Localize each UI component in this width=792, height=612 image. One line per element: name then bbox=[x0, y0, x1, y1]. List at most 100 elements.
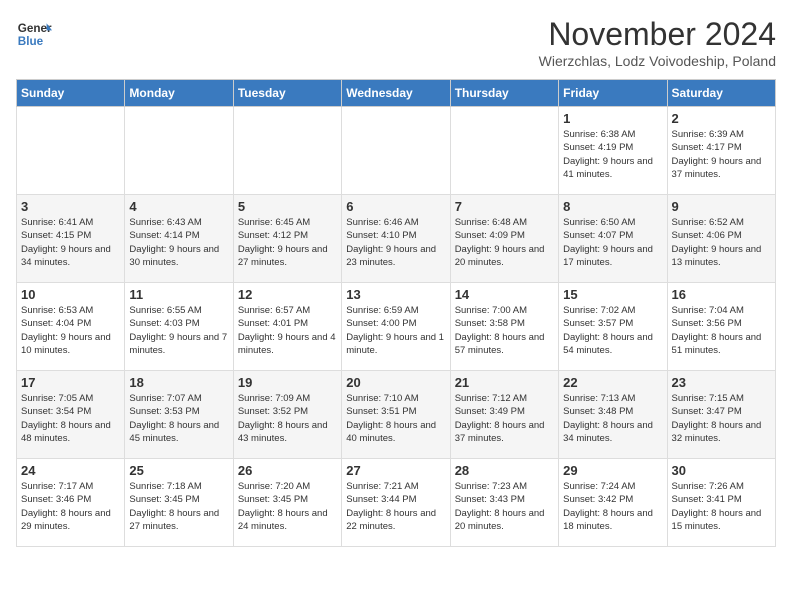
day-number: 13 bbox=[346, 287, 445, 302]
day-number: 23 bbox=[672, 375, 771, 390]
day-info: Sunrise: 6:55 AMSunset: 4:03 PMDaylight:… bbox=[129, 305, 227, 356]
week-row-1: 3 Sunrise: 6:41 AMSunset: 4:15 PMDayligh… bbox=[17, 195, 776, 283]
day-number: 9 bbox=[672, 199, 771, 214]
table-cell: 11 Sunrise: 6:55 AMSunset: 4:03 PMDaylig… bbox=[125, 283, 233, 371]
table-cell: 26 Sunrise: 7:20 AMSunset: 3:45 PMDaylig… bbox=[233, 459, 341, 547]
week-row-2: 10 Sunrise: 6:53 AMSunset: 4:04 PMDaylig… bbox=[17, 283, 776, 371]
table-cell bbox=[450, 107, 558, 195]
day-info: Sunrise: 7:18 AMSunset: 3:45 PMDaylight:… bbox=[129, 481, 219, 532]
table-cell: 5 Sunrise: 6:45 AMSunset: 4:12 PMDayligh… bbox=[233, 195, 341, 283]
table-cell: 19 Sunrise: 7:09 AMSunset: 3:52 PMDaylig… bbox=[233, 371, 341, 459]
day-info: Sunrise: 6:39 AMSunset: 4:17 PMDaylight:… bbox=[672, 129, 762, 180]
table-cell: 6 Sunrise: 6:46 AMSunset: 4:10 PMDayligh… bbox=[342, 195, 450, 283]
table-cell: 24 Sunrise: 7:17 AMSunset: 3:46 PMDaylig… bbox=[17, 459, 125, 547]
day-number: 14 bbox=[455, 287, 554, 302]
day-number: 12 bbox=[238, 287, 337, 302]
day-number: 15 bbox=[563, 287, 662, 302]
day-info: Sunrise: 6:48 AMSunset: 4:09 PMDaylight:… bbox=[455, 217, 545, 268]
table-cell: 23 Sunrise: 7:15 AMSunset: 3:47 PMDaylig… bbox=[667, 371, 775, 459]
day-number: 6 bbox=[346, 199, 445, 214]
header-tuesday: Tuesday bbox=[233, 80, 341, 107]
table-cell: 3 Sunrise: 6:41 AMSunset: 4:15 PMDayligh… bbox=[17, 195, 125, 283]
day-info: Sunrise: 7:13 AMSunset: 3:48 PMDaylight:… bbox=[563, 393, 653, 444]
day-info: Sunrise: 6:57 AMSunset: 4:01 PMDaylight:… bbox=[238, 305, 336, 356]
location-subtitle: Wierzchlas, Lodz Voivodeship, Poland bbox=[539, 53, 776, 69]
day-info: Sunrise: 6:53 AMSunset: 4:04 PMDaylight:… bbox=[21, 305, 111, 356]
week-row-4: 24 Sunrise: 7:17 AMSunset: 3:46 PMDaylig… bbox=[17, 459, 776, 547]
day-info: Sunrise: 7:23 AMSunset: 3:43 PMDaylight:… bbox=[455, 481, 545, 532]
title-area: November 2024 Wierzchlas, Lodz Voivodesh… bbox=[539, 16, 776, 69]
table-cell bbox=[233, 107, 341, 195]
header-wednesday: Wednesday bbox=[342, 80, 450, 107]
table-cell: 30 Sunrise: 7:26 AMSunset: 3:41 PMDaylig… bbox=[667, 459, 775, 547]
day-number: 29 bbox=[563, 463, 662, 478]
day-number: 7 bbox=[455, 199, 554, 214]
day-info: Sunrise: 7:20 AMSunset: 3:45 PMDaylight:… bbox=[238, 481, 328, 532]
day-info: Sunrise: 7:02 AMSunset: 3:57 PMDaylight:… bbox=[563, 305, 653, 356]
day-info: Sunrise: 6:38 AMSunset: 4:19 PMDaylight:… bbox=[563, 129, 653, 180]
table-cell: 12 Sunrise: 6:57 AMSunset: 4:01 PMDaylig… bbox=[233, 283, 341, 371]
table-cell bbox=[342, 107, 450, 195]
day-number: 4 bbox=[129, 199, 228, 214]
day-number: 20 bbox=[346, 375, 445, 390]
day-number: 2 bbox=[672, 111, 771, 126]
page-header: General Blue November 2024 Wierzchlas, L… bbox=[16, 16, 776, 69]
day-info: Sunrise: 7:17 AMSunset: 3:46 PMDaylight:… bbox=[21, 481, 111, 532]
day-number: 21 bbox=[455, 375, 554, 390]
day-number: 27 bbox=[346, 463, 445, 478]
svg-text:Blue: Blue bbox=[18, 35, 44, 48]
header-monday: Monday bbox=[125, 80, 233, 107]
day-info: Sunrise: 7:00 AMSunset: 3:58 PMDaylight:… bbox=[455, 305, 545, 356]
table-cell: 16 Sunrise: 7:04 AMSunset: 3:56 PMDaylig… bbox=[667, 283, 775, 371]
day-info: Sunrise: 6:52 AMSunset: 4:06 PMDaylight:… bbox=[672, 217, 762, 268]
day-number: 3 bbox=[21, 199, 120, 214]
day-info: Sunrise: 7:07 AMSunset: 3:53 PMDaylight:… bbox=[129, 393, 219, 444]
table-cell bbox=[17, 107, 125, 195]
table-cell: 21 Sunrise: 7:12 AMSunset: 3:49 PMDaylig… bbox=[450, 371, 558, 459]
header-sunday: Sunday bbox=[17, 80, 125, 107]
day-number: 16 bbox=[672, 287, 771, 302]
day-info: Sunrise: 6:46 AMSunset: 4:10 PMDaylight:… bbox=[346, 217, 436, 268]
month-title: November 2024 bbox=[539, 16, 776, 53]
table-cell: 8 Sunrise: 6:50 AMSunset: 4:07 PMDayligh… bbox=[559, 195, 667, 283]
table-cell: 4 Sunrise: 6:43 AMSunset: 4:14 PMDayligh… bbox=[125, 195, 233, 283]
day-number: 10 bbox=[21, 287, 120, 302]
day-number: 5 bbox=[238, 199, 337, 214]
table-cell: 22 Sunrise: 7:13 AMSunset: 3:48 PMDaylig… bbox=[559, 371, 667, 459]
table-cell: 9 Sunrise: 6:52 AMSunset: 4:06 PMDayligh… bbox=[667, 195, 775, 283]
table-cell: 17 Sunrise: 7:05 AMSunset: 3:54 PMDaylig… bbox=[17, 371, 125, 459]
day-info: Sunrise: 6:50 AMSunset: 4:07 PMDaylight:… bbox=[563, 217, 653, 268]
header-friday: Friday bbox=[559, 80, 667, 107]
table-cell: 20 Sunrise: 7:10 AMSunset: 3:51 PMDaylig… bbox=[342, 371, 450, 459]
day-info: Sunrise: 7:05 AMSunset: 3:54 PMDaylight:… bbox=[21, 393, 111, 444]
day-info: Sunrise: 7:15 AMSunset: 3:47 PMDaylight:… bbox=[672, 393, 762, 444]
day-number: 26 bbox=[238, 463, 337, 478]
table-cell: 14 Sunrise: 7:00 AMSunset: 3:58 PMDaylig… bbox=[450, 283, 558, 371]
day-number: 8 bbox=[563, 199, 662, 214]
day-info: Sunrise: 6:43 AMSunset: 4:14 PMDaylight:… bbox=[129, 217, 219, 268]
header-saturday: Saturday bbox=[667, 80, 775, 107]
day-info: Sunrise: 6:59 AMSunset: 4:00 PMDaylight:… bbox=[346, 305, 444, 356]
day-info: Sunrise: 6:41 AMSunset: 4:15 PMDaylight:… bbox=[21, 217, 111, 268]
day-number: 19 bbox=[238, 375, 337, 390]
day-number: 24 bbox=[21, 463, 120, 478]
table-cell: 7 Sunrise: 6:48 AMSunset: 4:09 PMDayligh… bbox=[450, 195, 558, 283]
table-cell: 1 Sunrise: 6:38 AMSunset: 4:19 PMDayligh… bbox=[559, 107, 667, 195]
table-cell: 28 Sunrise: 7:23 AMSunset: 3:43 PMDaylig… bbox=[450, 459, 558, 547]
table-cell: 18 Sunrise: 7:07 AMSunset: 3:53 PMDaylig… bbox=[125, 371, 233, 459]
day-number: 1 bbox=[563, 111, 662, 126]
week-row-0: 1 Sunrise: 6:38 AMSunset: 4:19 PMDayligh… bbox=[17, 107, 776, 195]
day-number: 30 bbox=[672, 463, 771, 478]
day-info: Sunrise: 7:10 AMSunset: 3:51 PMDaylight:… bbox=[346, 393, 436, 444]
day-info: Sunrise: 7:09 AMSunset: 3:52 PMDaylight:… bbox=[238, 393, 328, 444]
day-number: 22 bbox=[563, 375, 662, 390]
table-cell: 2 Sunrise: 6:39 AMSunset: 4:17 PMDayligh… bbox=[667, 107, 775, 195]
day-number: 25 bbox=[129, 463, 228, 478]
week-row-3: 17 Sunrise: 7:05 AMSunset: 3:54 PMDaylig… bbox=[17, 371, 776, 459]
header-thursday: Thursday bbox=[450, 80, 558, 107]
day-number: 18 bbox=[129, 375, 228, 390]
day-info: Sunrise: 7:04 AMSunset: 3:56 PMDaylight:… bbox=[672, 305, 762, 356]
table-cell: 13 Sunrise: 6:59 AMSunset: 4:00 PMDaylig… bbox=[342, 283, 450, 371]
day-number: 17 bbox=[21, 375, 120, 390]
table-cell: 25 Sunrise: 7:18 AMSunset: 3:45 PMDaylig… bbox=[125, 459, 233, 547]
